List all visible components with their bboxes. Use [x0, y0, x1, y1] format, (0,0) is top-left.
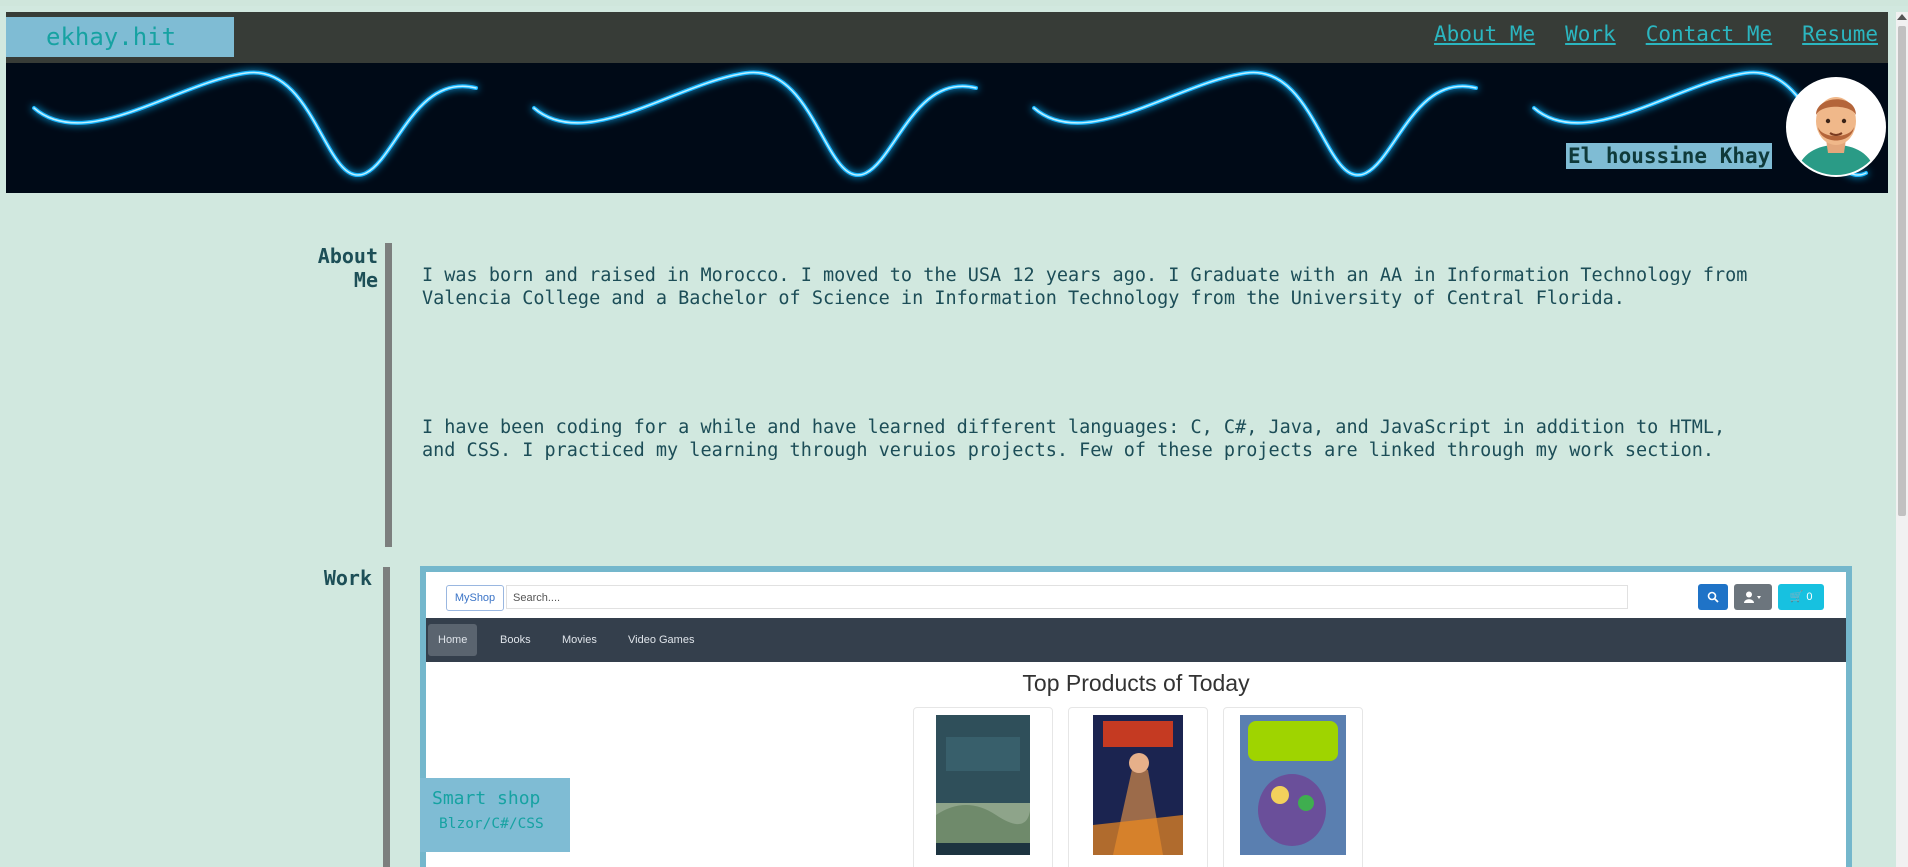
shop-header: MyShop Search.... 🛒 0 — [426, 572, 1846, 618]
user-icon — [1734, 584, 1772, 610]
avatar-icon — [1786, 77, 1886, 177]
project-label[interactable]: Smart shop Blzor/C#/CSS — [420, 778, 570, 852]
header-banner: El houssine Khay — [6, 63, 1888, 193]
product-card-2 — [1068, 707, 1208, 867]
about-paragraph-1: I was born and raised in Morocco. I move… — [422, 265, 1748, 309]
nav-about-me[interactable]: About Me — [1434, 22, 1535, 46]
nav-links: About Me Work Contact Me Resume — [1434, 22, 1878, 46]
shop-tab-video-games: Video Games — [628, 634, 695, 646]
work-section-label: Work — [323, 566, 372, 590]
cart-count: 0 — [1806, 591, 1813, 603]
project-screenshot: MyShop Search.... 🛒 0 Home Books Movies … — [426, 572, 1846, 867]
game-cover-image — [1240, 715, 1346, 855]
shop-heading: Top Products of Today — [1022, 670, 1250, 696]
book-cover-image — [936, 715, 1030, 855]
product-card-3 — [1223, 707, 1363, 867]
nav-contact-me[interactable]: Contact Me — [1646, 22, 1772, 46]
about-paragraph-2: I have been coding for a while and have … — [422, 417, 1726, 461]
shop-nav: Home Books Movies Video Games — [426, 618, 1846, 662]
wave-graphic — [32, 70, 1868, 178]
scroll-up-arrow-icon[interactable] — [1897, 14, 1907, 20]
top-navbar: ekhay.hit About Me Work Contact Me Resum… — [6, 12, 1888, 63]
project-tech: Blzor/C#/CSS — [439, 816, 544, 832]
cart-button: 🛒 0 — [1778, 584, 1824, 610]
nav-resume[interactable]: Resume — [1802, 22, 1878, 46]
product-card-1 — [913, 707, 1053, 867]
shop-search-field: Search.... — [506, 585, 1628, 609]
about-section-label: About Me — [317, 244, 378, 292]
shop-brand: MyShop — [446, 585, 504, 611]
about-divider — [385, 243, 392, 547]
work-divider — [383, 567, 390, 867]
scrollbar-thumb[interactable] — [1898, 26, 1906, 516]
shop-tab-books: Books — [500, 634, 531, 646]
owner-name: El houssine Khay — [1566, 143, 1773, 169]
nav-work[interactable]: Work — [1565, 22, 1616, 46]
site-brand[interactable]: ekhay.hit — [6, 17, 234, 57]
project-card-smart-shop[interactable]: MyShop Search.... 🛒 0 Home Books Movies … — [420, 566, 1852, 867]
movie-poster-image — [1093, 715, 1183, 855]
shop-tab-home: Home — [428, 624, 478, 656]
page-top-strip — [0, 0, 1908, 6]
search-icon — [1698, 584, 1728, 610]
project-name: Smart shop — [432, 788, 541, 809]
cart-icon: 🛒 — [1789, 591, 1804, 603]
shop-tab-movies: Movies — [562, 634, 597, 646]
page-scrollbar[interactable] — [1896, 12, 1908, 867]
